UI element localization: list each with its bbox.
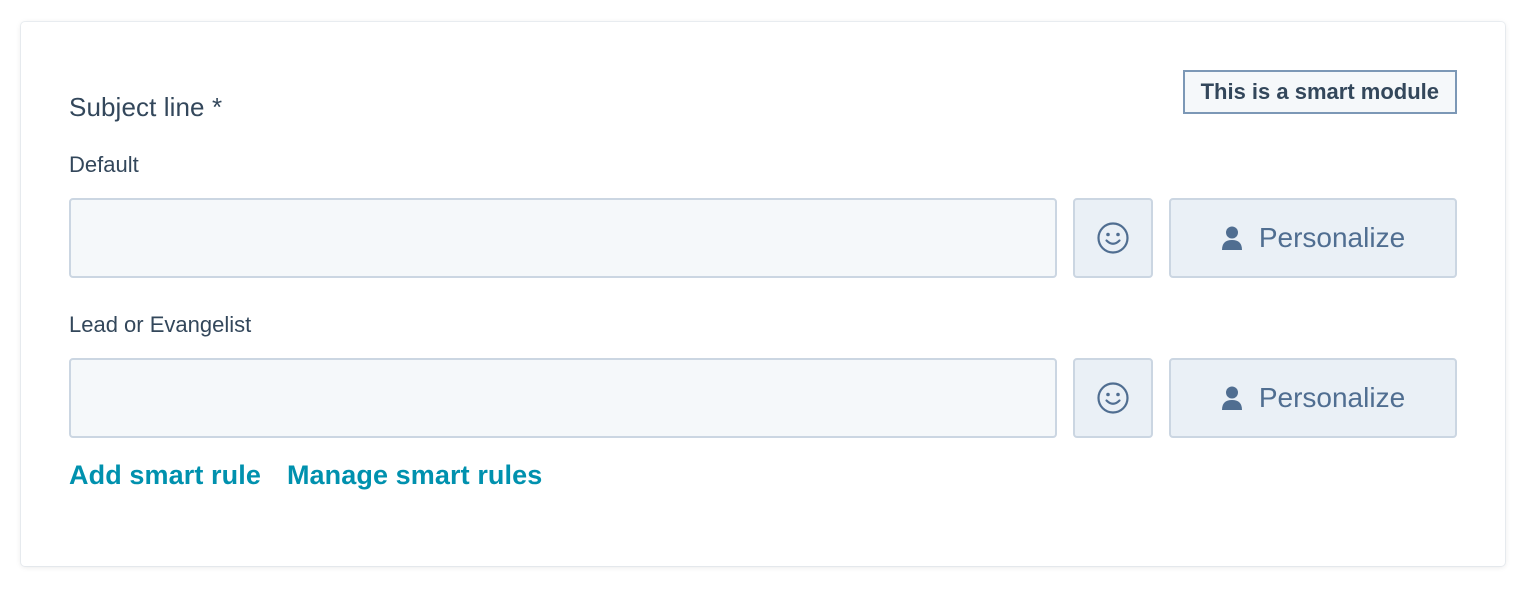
smart-module-badge-label: This is a smart module <box>1200 79 1439 104</box>
contact-person-icon <box>1221 225 1243 251</box>
emoji-button[interactable] <box>1073 358 1153 438</box>
personalize-button-label: Personalize <box>1258 222 1406 253</box>
emoji-button[interactable] <box>1073 198 1153 278</box>
personalize-button-label: Personalize <box>1258 382 1406 413</box>
subject-line-card: Subject line * This is a smart module De… <box>21 22 1505 566</box>
smiley-face-icon <box>1096 221 1130 255</box>
smart-rule-links: Add smart rule Manage smart rules <box>69 460 542 491</box>
field-row-lead-or-evangelist: Personalize <box>69 358 1457 438</box>
personalize-button[interactable]: Personalize <box>1169 358 1457 438</box>
add-smart-rule-link[interactable]: Add smart rule <box>69 460 261 491</box>
personalize-button[interactable]: Personalize <box>1169 198 1457 278</box>
section-title: Subject line * <box>69 92 223 122</box>
manage-smart-rules-link[interactable]: Manage smart rules <box>287 460 542 491</box>
subject-input-default[interactable] <box>69 198 1057 278</box>
contact-person-icon <box>1221 385 1243 411</box>
smart-module-badge: This is a smart module <box>1182 70 1457 114</box>
field-row-default: Personalize <box>69 198 1457 278</box>
field-label-default: Default <box>69 152 139 177</box>
subject-input-lead-or-evangelist[interactable] <box>69 358 1057 438</box>
smiley-face-icon <box>1096 381 1130 415</box>
field-label-lead-or-evangelist: Lead or Evangelist <box>69 312 252 337</box>
